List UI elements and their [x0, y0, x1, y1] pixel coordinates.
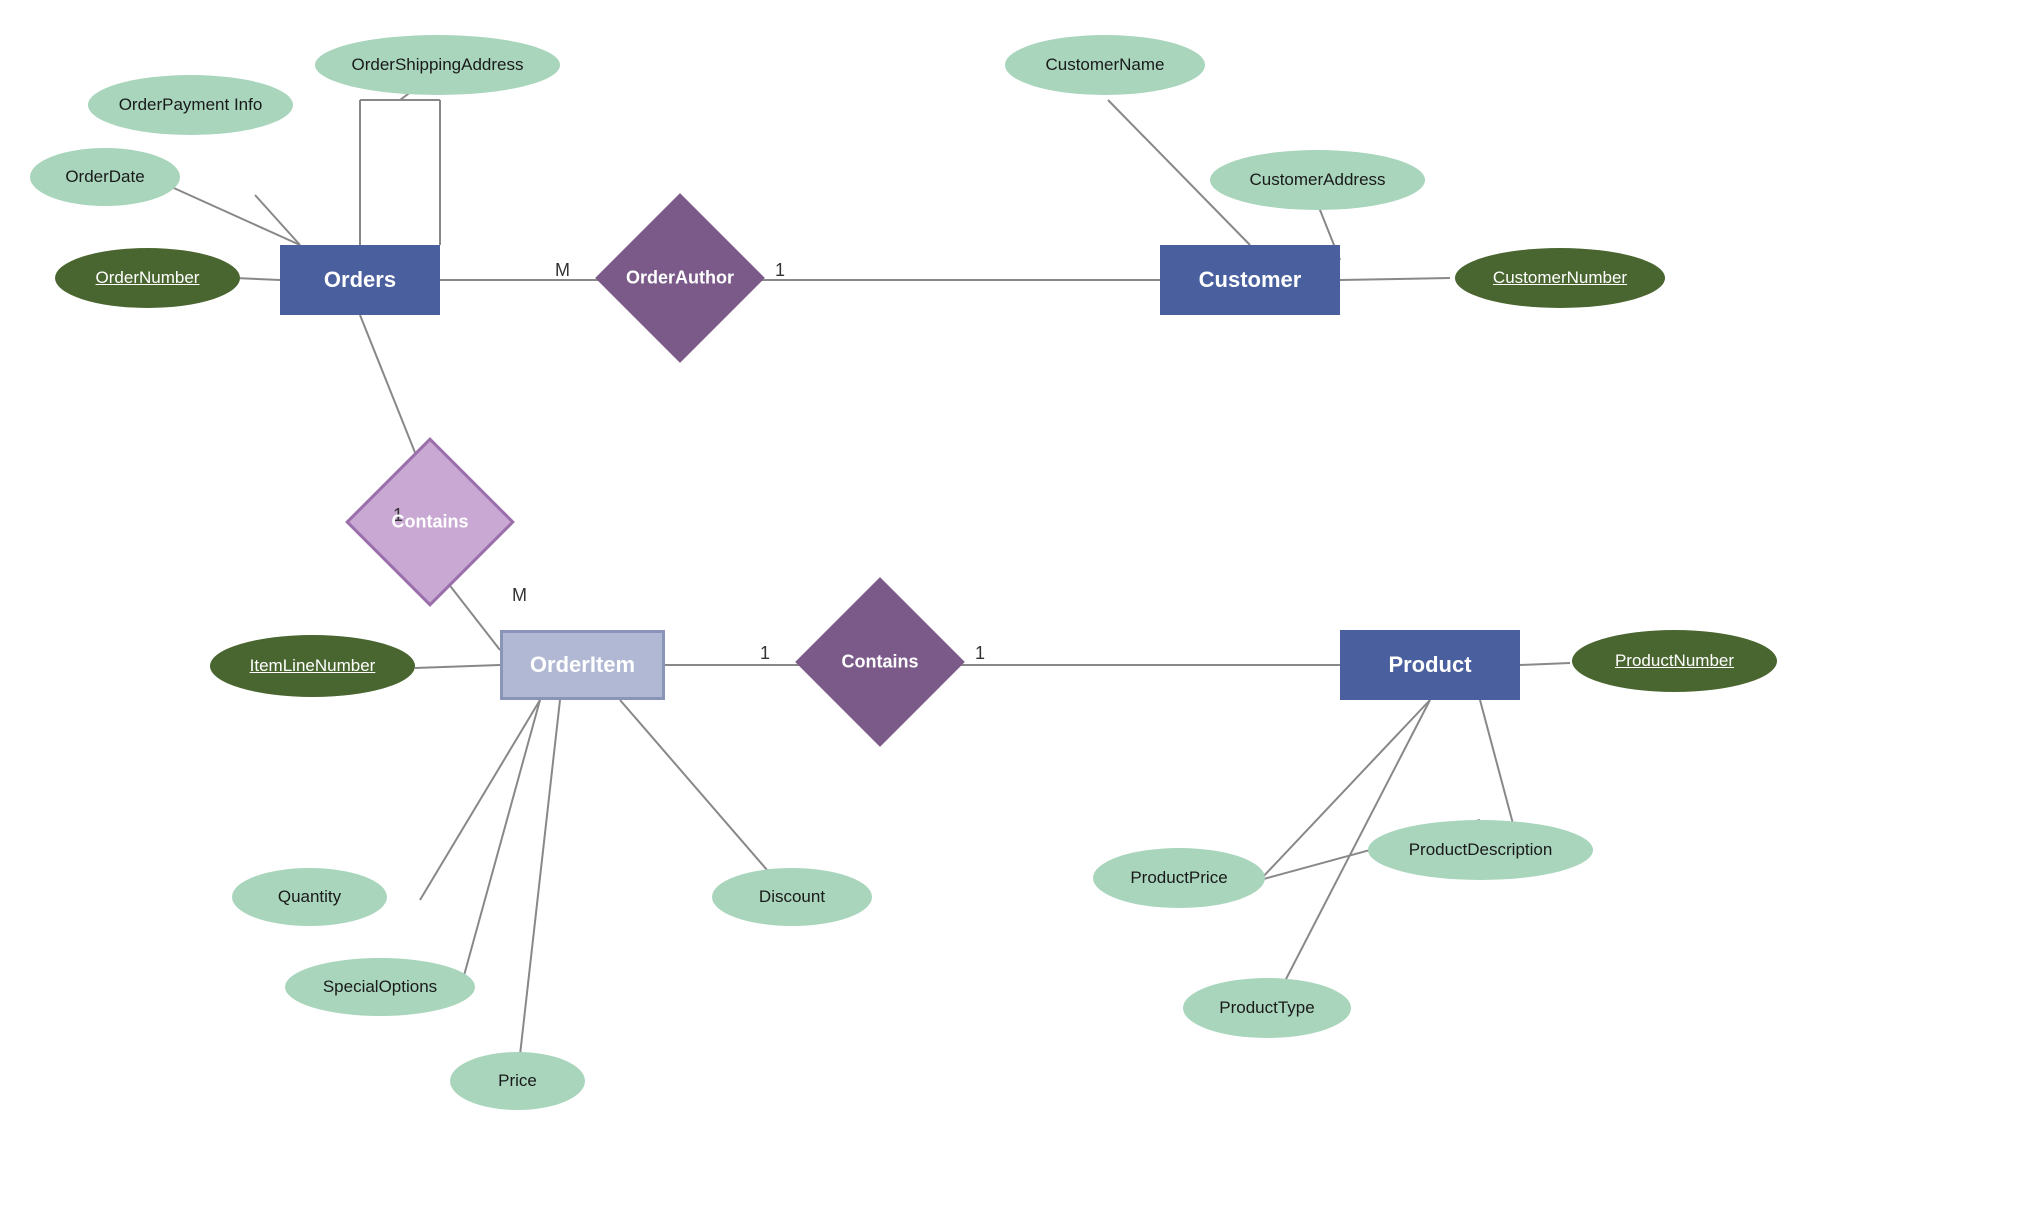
- cardinality-m2: M: [512, 585, 527, 606]
- cardinality-1d: 1: [975, 643, 985, 664]
- entity-orderitem[interactable]: OrderItem: [500, 630, 665, 700]
- entity-customer[interactable]: Customer: [1160, 245, 1340, 315]
- relationship-contains1[interactable]: Contains: [370, 462, 490, 582]
- relationship-contains2[interactable]: Contains: [820, 602, 940, 722]
- attribute-ordernumber: OrderNumber: [55, 248, 240, 308]
- attribute-customername: CustomerName: [1005, 35, 1205, 95]
- attribute-orderpaymentinfo: OrderPayment Info: [88, 75, 293, 135]
- cardinality-m1: M: [555, 260, 570, 281]
- diagram-lines: [0, 0, 2036, 1216]
- attribute-itemlinenumber: ItemLineNumber: [210, 635, 415, 697]
- attribute-quantity: Quantity: [232, 868, 387, 926]
- cardinality-1c: 1: [760, 643, 770, 664]
- attribute-specialoptions: SpecialOptions: [285, 958, 475, 1016]
- entity-product[interactable]: Product: [1340, 630, 1520, 700]
- cardinality-1a: 1: [775, 260, 785, 281]
- attribute-discount: Discount: [712, 868, 872, 926]
- attribute-producttype: ProductType: [1183, 978, 1351, 1038]
- attribute-customernumber: CustomerNumber: [1455, 248, 1665, 308]
- cardinality-1b: 1: [393, 505, 403, 526]
- entity-orders[interactable]: Orders: [280, 245, 440, 315]
- attribute-price: Price: [450, 1052, 585, 1110]
- er-diagram: Orders Customer OrderItem Product OrderA…: [0, 0, 2036, 1216]
- attribute-productprice: ProductPrice: [1093, 848, 1265, 908]
- attribute-productnumber: ProductNumber: [1572, 630, 1777, 692]
- attribute-orderdate: OrderDate: [30, 148, 180, 206]
- attribute-productdescription: ProductDescription: [1368, 820, 1593, 880]
- attribute-ordershippingaddress: OrderShippingAddress: [315, 35, 560, 95]
- attribute-customeraddress: CustomerAddress: [1210, 150, 1425, 210]
- relationship-orderauthor[interactable]: OrderAuthor: [620, 218, 740, 338]
